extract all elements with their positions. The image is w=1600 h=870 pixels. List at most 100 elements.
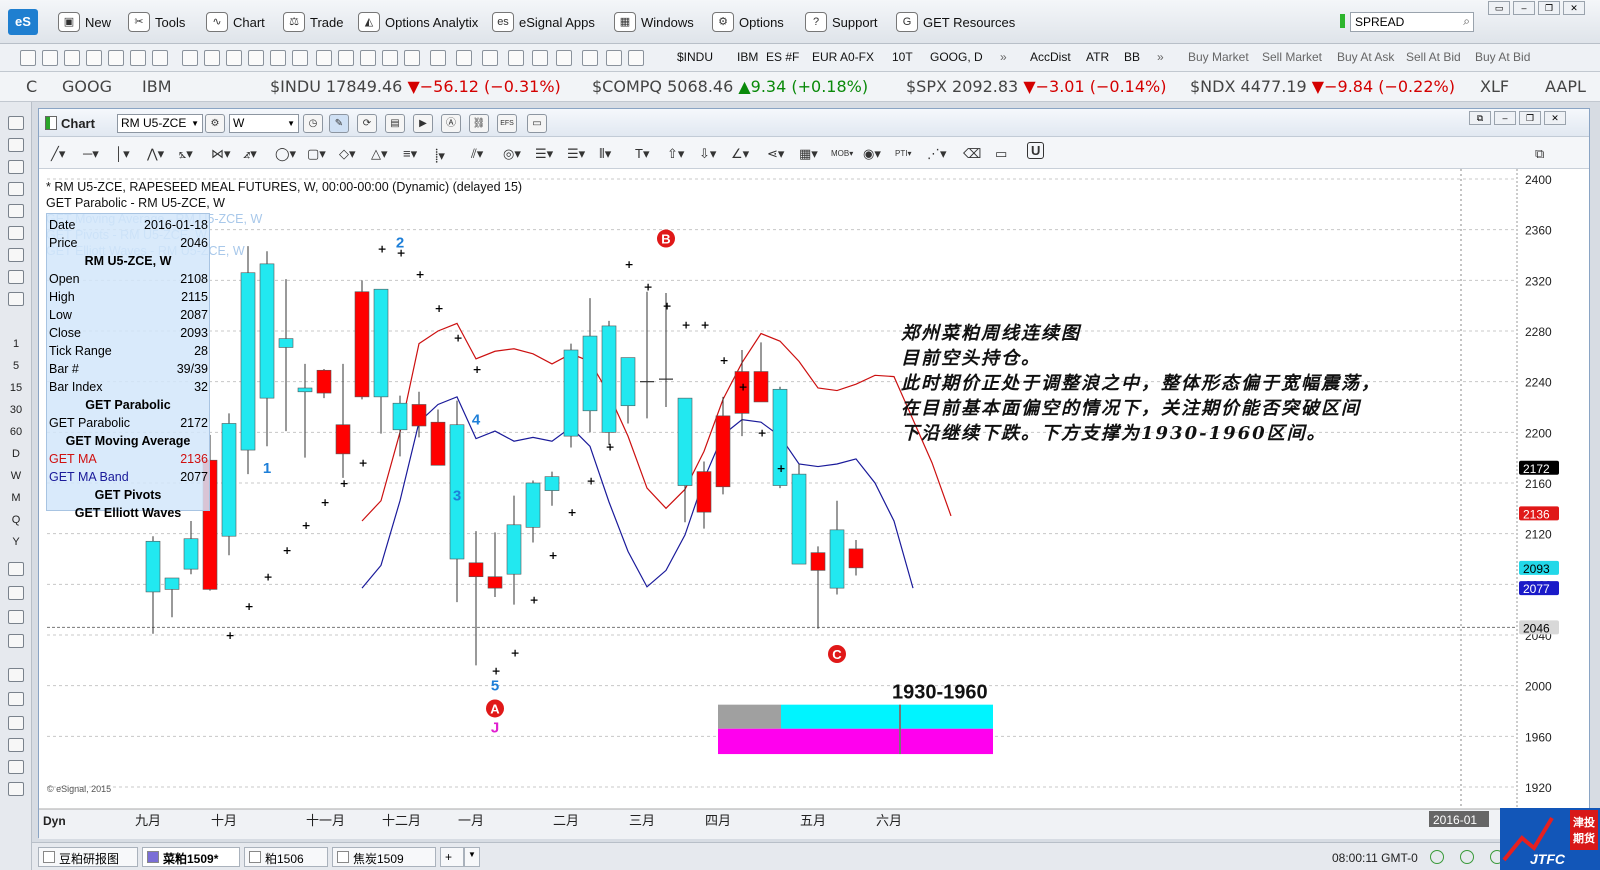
toolbar-tool-icon[interactable] [86, 50, 102, 66]
interval-15[interactable]: 15 [6, 382, 26, 394]
quick-symbol-4[interactable]: 10T [892, 50, 913, 64]
menu-chart[interactable]: ∿ Chart [206, 11, 265, 33]
page-menu-chevron-down-icon[interactable]: ▼ [464, 847, 480, 867]
symbol-settings-gear-icon[interactable]: ⚙ [205, 114, 225, 133]
toolbar-tool-icon[interactable] [226, 50, 242, 66]
search-icon[interactable]: ⌕ [1463, 14, 1470, 29]
app-maximize-icon[interactable]: ❐ [1538, 1, 1560, 15]
quick-symbol-3[interactable]: EUR A0-FX [812, 50, 874, 64]
drawbar-collapse-icon[interactable]: ⧉ [1535, 146, 1544, 162]
drawing-tool-icon[interactable]: ⦩▾ [179, 146, 193, 162]
sidebar-tool-icon[interactable] [8, 270, 24, 284]
toolbar-tool-icon[interactable] [108, 50, 124, 66]
app-minimize-icon[interactable]: – [1513, 1, 1535, 15]
toolbar-tool-icon[interactable] [482, 50, 498, 66]
menu-new[interactable]: ▣ New [58, 11, 111, 33]
efs-icon[interactable]: EFS [497, 114, 517, 133]
drawing-tool-icon[interactable]: ◉▾ [863, 146, 881, 162]
x-axis-dyn-label[interactable]: Dyn [43, 814, 66, 828]
sidebar-tool-icon[interactable] [8, 610, 24, 624]
drawing-tool-icon[interactable]: ◯▾ [275, 146, 296, 162]
candle[interactable] [221, 413, 237, 556]
drawing-tool-icon[interactable]: ≡▾ [403, 146, 417, 162]
interval-5[interactable]: 5 [6, 360, 26, 372]
toolbar-tool-icon[interactable] [64, 50, 80, 66]
ticker-item[interactable]: $SPX 2092.83 ▼−3.01 (−0.14%) [906, 77, 1166, 96]
add-page-plus-icon[interactable]: + [440, 847, 464, 867]
sidebar-tool-icon[interactable] [8, 782, 24, 796]
sidebar-tool-icon[interactable] [8, 738, 24, 752]
sidebar-tool-icon[interactable] [8, 160, 24, 174]
app-help-restore-icon[interactable]: ▭ [1488, 1, 1510, 15]
menu-options[interactable]: ⚙ Options [712, 11, 784, 33]
comment-icon[interactable]: ▭ [527, 114, 547, 133]
interval-30[interactable]: 30 [6, 404, 26, 416]
drawing-tool-icon[interactable]: ▢▾ [307, 146, 326, 162]
drawing-tool-icon[interactable]: ☰▾ [535, 146, 553, 162]
toolbar-tool-icon[interactable] [404, 50, 420, 66]
toolbar-tool-icon[interactable] [606, 50, 622, 66]
interval-select[interactable]: W ▼ [229, 114, 299, 133]
chart-close-icon[interactable]: ✕ [1544, 111, 1566, 125]
drawing-tool-icon[interactable]: ⋈▾ [211, 146, 231, 162]
drawing-tool-icon[interactable]: PTI▾ [895, 149, 911, 158]
status-tray-icon[interactable] [1460, 850, 1474, 864]
trade-buy-market-button[interactable]: Buy Market [1188, 50, 1249, 64]
drawing-tool-icon[interactable]: △▾ [371, 146, 388, 162]
sidebar-tool-icon[interactable] [8, 634, 24, 648]
drawing-tool-icon[interactable]: T▾ [635, 146, 649, 162]
drawing-tool-icon[interactable]: ◇▾ [339, 146, 356, 162]
page-tab[interactable]: 菜粕1509* [142, 847, 240, 867]
drawing-tool-icon[interactable]: ⋰▾ [927, 146, 947, 162]
drawing-tool-icon[interactable]: ☰▾ [567, 146, 585, 162]
symbol-select[interactable]: RM U5-ZCE ▼ [117, 114, 203, 133]
sidebar-tool-icon[interactable] [8, 760, 24, 774]
chart-minimize-icon[interactable]: – [1494, 111, 1516, 125]
drawing-tool-icon[interactable]: │▾ [115, 146, 130, 162]
sidebar-tool-icon[interactable] [8, 716, 24, 730]
study-atr[interactable]: ATR [1086, 50, 1109, 64]
esignal-logo[interactable]: eS [8, 9, 38, 35]
playback-icon[interactable]: ▶ [413, 114, 433, 133]
trade-sell-market-button[interactable]: Sell Market [1262, 50, 1322, 64]
drawing-tool-icon[interactable]: ╱▾ [51, 146, 65, 162]
toolbar-tool-icon[interactable] [430, 50, 446, 66]
interval-m[interactable]: M [6, 492, 26, 504]
drawing-tool-icon[interactable]: ◎▾ [503, 146, 521, 162]
toolbar-tool-icon[interactable] [338, 50, 354, 66]
drawing-tool-icon[interactable]: ⇧▾ [667, 146, 684, 162]
sidebar-tool-icon[interactable] [8, 226, 24, 240]
ticker-item[interactable]: AAPL [1545, 77, 1586, 96]
toolbar-tool-icon[interactable] [42, 50, 58, 66]
quick-symbol-0[interactable]: $INDU [677, 50, 713, 64]
ticker-item[interactable]: $INDU 17849.46 ▼−56.12 (−0.31%) [270, 77, 561, 96]
candle[interactable] [563, 343, 579, 448]
toolbar-tool-icon[interactable] [204, 50, 220, 66]
chart-maximize-icon[interactable]: ❐ [1519, 111, 1541, 125]
sidebar-tool-icon[interactable] [8, 292, 24, 306]
menu-support[interactable]: ? Support [805, 11, 878, 33]
study-accdist[interactable]: AccDist [1030, 50, 1071, 64]
page-tab[interactable]: 粕1506 [244, 847, 328, 867]
more-chevron-icon[interactable]: » [1157, 50, 1164, 64]
toolbar-tool-icon[interactable] [456, 50, 472, 66]
study-bb[interactable]: BB [1124, 50, 1140, 64]
candle[interactable] [601, 320, 617, 445]
toolbar-tool-icon[interactable] [248, 50, 264, 66]
menu-trade[interactable]: ⚖ Trade [283, 11, 343, 33]
trade-buy-at-ask-button[interactable]: Buy At Ask [1337, 50, 1394, 64]
drawing-tool-icon[interactable]: ─▾ [83, 146, 99, 162]
link-icon[interactable]: ⛓ [469, 114, 489, 133]
toolbar-tool-icon[interactable] [628, 50, 644, 66]
candle[interactable] [354, 280, 370, 400]
trade-buy-at-bid-button[interactable]: Buy At Bid [1475, 50, 1530, 64]
toolbar-tool-icon[interactable] [360, 50, 376, 66]
quick-symbol-5[interactable]: GOOG, D [930, 50, 983, 64]
toolbar-tool-icon[interactable] [508, 50, 524, 66]
sidebar-tool-icon[interactable] [8, 248, 24, 262]
drawing-tool-icon[interactable]: U [1027, 142, 1045, 159]
chart-restore-icon[interactable]: ⧉ [1469, 111, 1491, 125]
interval-60[interactable]: 60 [6, 426, 26, 438]
drawing-tool-icon[interactable]: ∠▾ [731, 146, 749, 162]
menu-windows[interactable]: ▦ Windows [614, 11, 694, 33]
